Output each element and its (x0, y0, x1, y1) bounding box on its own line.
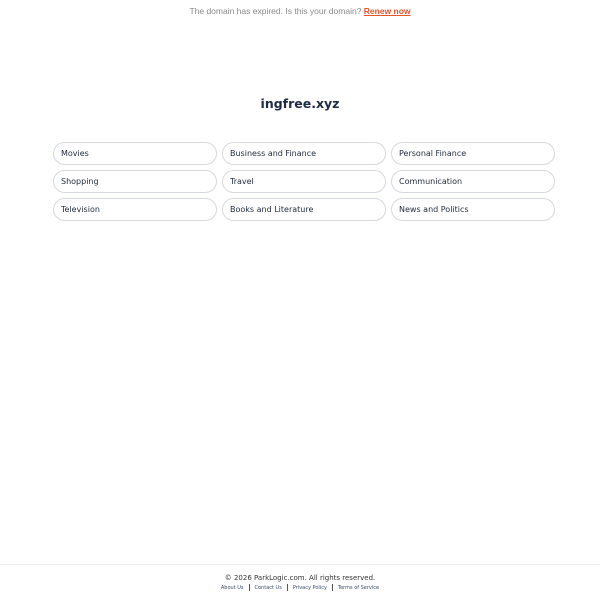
footer: © 2026 ParkLogic.com. All rights reserve… (0, 564, 600, 600)
related-link[interactable]: News and Politics (391, 198, 555, 221)
expiry-notice-text: The domain has expired. Is this your dom… (189, 6, 362, 16)
related-link[interactable]: Personal Finance (391, 142, 555, 165)
related-link[interactable]: Movies (53, 142, 217, 165)
footer-links: About Us Contact Us Privacy Policy Terms of… (0, 584, 600, 592)
related-link[interactable]: Business and Finance (222, 142, 386, 165)
footer-divider (286, 584, 288, 591)
related-link[interactable]: Books and Literature (222, 198, 386, 221)
footer-divider (248, 584, 250, 591)
footer-divider (331, 584, 333, 591)
footer-link-about-us[interactable]: About Us (221, 585, 244, 591)
related-link[interactable]: Communication (391, 170, 555, 193)
related-link[interactable]: Travel (222, 170, 386, 193)
copyright-text: © 2026 ParkLogic.com. All rights reserve… (224, 574, 376, 582)
footer-link-privacy-policy[interactable]: Privacy Policy (293, 585, 327, 591)
parked-domain-page: The domain has expired. Is this your dom… (0, 0, 600, 600)
footer-link-terms-of-service[interactable]: Terms of Service (338, 585, 379, 591)
domain-title: ingfree.xyz (260, 96, 340, 111)
expiry-notice: The domain has expired. Is this your dom… (0, 5, 600, 17)
renew-now-link[interactable]: Renew now (364, 6, 411, 16)
related-link[interactable]: Television (53, 198, 217, 221)
related-link[interactable]: Shopping (53, 170, 217, 193)
footer-link-contact-us[interactable]: Contact Us (255, 585, 282, 591)
related-links-grid: Movies Business and Finance Personal Fin… (53, 142, 555, 221)
